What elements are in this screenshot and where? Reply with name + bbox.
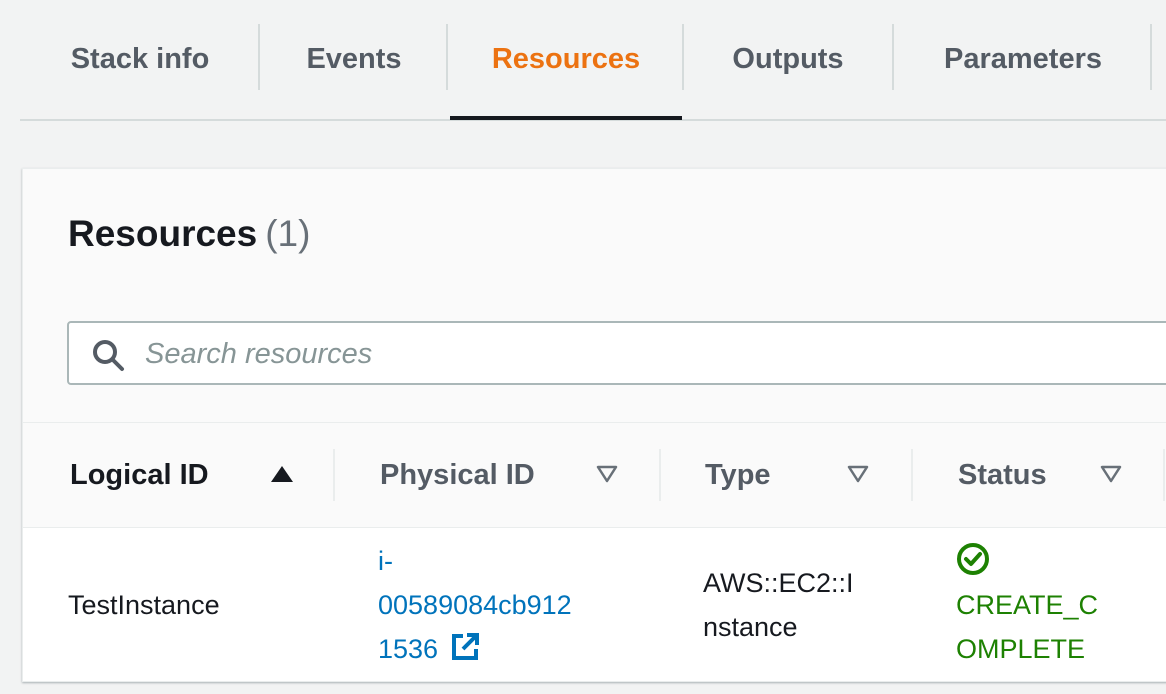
column-divider [1163,449,1165,501]
physical-id-link[interactable]: i- 00589084cb912 1536 [378,546,572,664]
status-line: OMPLETE [956,634,1086,664]
panel-header: Resources (1) [23,169,1166,423]
tab-resources[interactable]: Resources [450,0,682,120]
cell-physical-id: i- 00589084cb912 1536 [378,539,572,671]
column-header-type[interactable]: Type [705,423,885,527]
sort-caret-down-icon[interactable] [1100,465,1122,483]
column-divider [659,449,661,501]
column-label: Logical ID [70,458,209,491]
physical-id-line: 1536 [378,634,439,664]
table-header: Logical ID Physical ID Type Status [23,423,1166,528]
panel-title-text: Resources [68,213,258,254]
physical-id-line: i- [378,546,393,576]
success-check-circle-icon [957,543,989,575]
physical-id-line: 00589084cb912 [378,590,572,620]
tab-events[interactable]: Events [260,0,448,119]
column-divider [911,449,913,501]
sort-ascending-icon[interactable] [270,465,294,483]
tab-bar: Stack info Events Resources Outputs Para… [20,0,1166,121]
column-header-physical-id[interactable]: Physical ID [380,423,620,527]
tab-divider [1150,24,1152,90]
tab-parameters[interactable]: Parameters [894,0,1152,119]
search-input[interactable] [143,323,1147,385]
column-label: Physical ID [380,458,535,491]
column-divider [333,449,335,501]
resources-panel: Resources(1) Logical ID Physical ID [22,168,1166,682]
cell-type: AWS::EC2::I nstance [703,561,854,649]
column-header-logical-id[interactable]: Logical ID [70,423,310,527]
column-header-status[interactable]: Status [958,423,1138,527]
tab-stack-info[interactable]: Stack info [20,0,260,119]
resource-count: (1) [265,213,311,254]
sort-caret-down-icon[interactable] [847,465,869,483]
type-line: nstance [703,612,798,642]
panel-title: Resources (1) [68,213,310,255]
search-box[interactable] [67,321,1166,385]
tab-divider [446,24,448,90]
cell-status: CREATE_C OMPLETE [956,539,1098,671]
tab-outputs[interactable]: Outputs [684,0,892,119]
cell-logical-id: TestInstance [68,590,220,620]
sort-caret-down-icon[interactable] [596,465,618,483]
table-row: TestInstance i- 00589084cb912 1536 AWS::… [23,527,1166,683]
column-label: Status [958,458,1047,491]
external-link-icon [452,633,480,660]
column-label: Type [705,458,771,491]
type-line: AWS::EC2::I [703,568,854,598]
search-icon [93,340,124,371]
status-line: CREATE_C [956,590,1099,620]
